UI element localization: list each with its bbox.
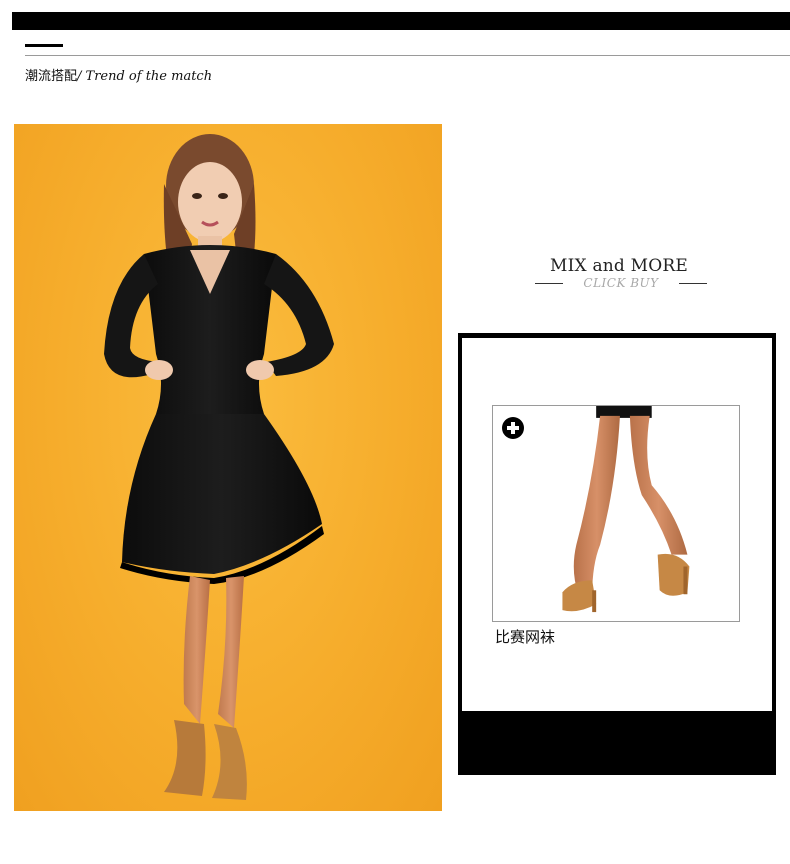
plus-circle-icon[interactable] xyxy=(502,417,524,439)
subtitle-rule-right xyxy=(679,283,707,284)
mix-and-more-title: MIX and MORE xyxy=(550,256,688,276)
product-name[interactable]: 比赛网袜 xyxy=(495,626,555,647)
section-title-en: Trend of the match xyxy=(85,69,213,84)
section-title-zh: 潮流搭配 xyxy=(25,69,78,84)
click-buy-subtitle: CLICK BUY xyxy=(535,276,707,290)
section-heading: 潮流搭配/ Trend of the match xyxy=(25,69,212,85)
section-title-sep: / xyxy=(77,69,86,84)
heading-accent-line xyxy=(25,44,63,47)
product-image[interactable] xyxy=(492,405,740,622)
top-banner-bar xyxy=(12,12,790,30)
heading-divider xyxy=(25,55,790,56)
model-photo xyxy=(14,124,442,811)
